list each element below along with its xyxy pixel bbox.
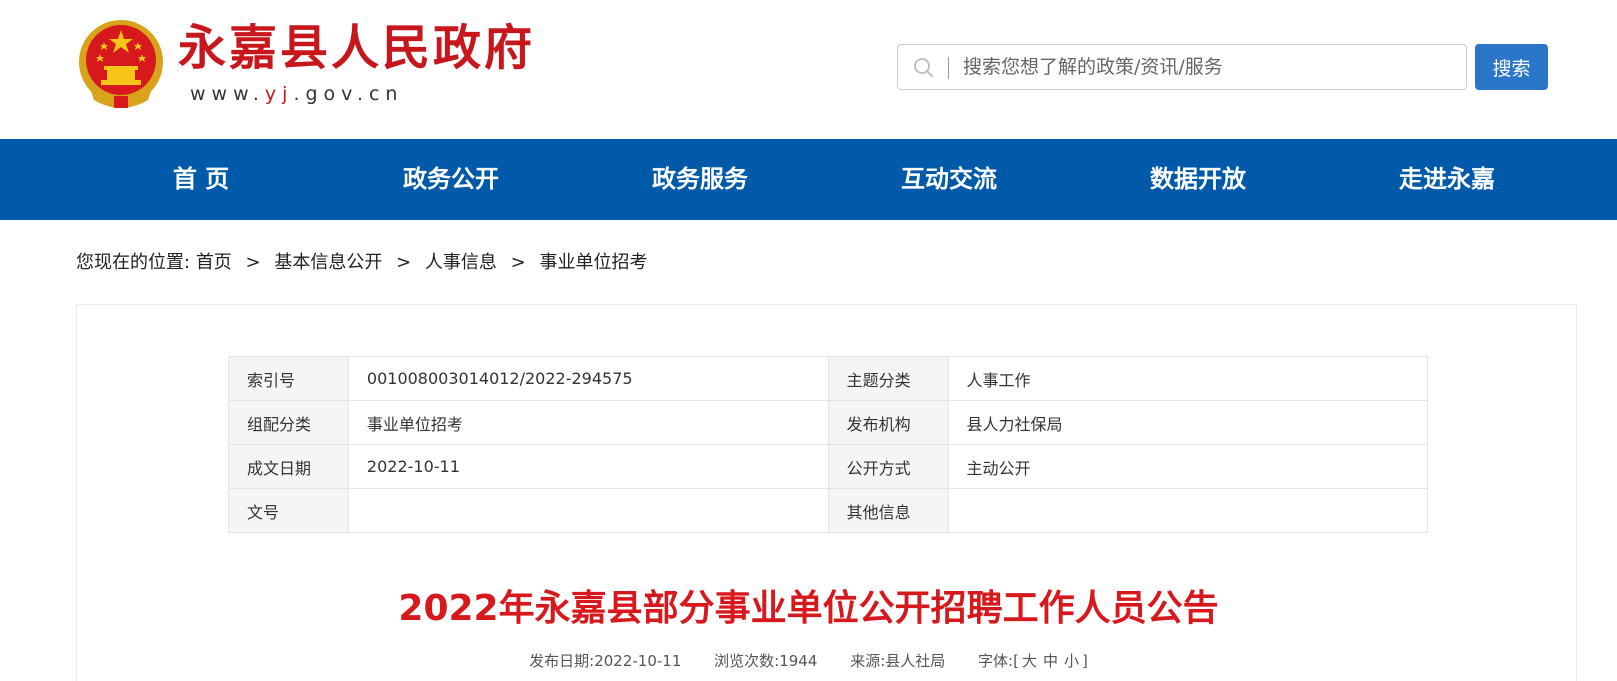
nav-item-about-yongjia[interactable]: 走进永嘉 [1347,139,1547,220]
info-label: 成文日期 [228,444,349,489]
info-value: 事业单位招考 [347,400,829,445]
font-size-control: 字体:[大中小] [978,652,1088,670]
source: 来源:县人社局 [850,652,945,670]
info-label: 公开方式 [827,444,949,489]
info-value: 人事工作 [947,356,1428,401]
document-info-table: 索引号 001008003014012/2022-294575 主题分类 人事工… [228,356,1428,533]
nav-item-government-affairs[interactable]: 政务公开 [351,139,551,220]
breadcrumb: 您现在的位置: 首页 > 基本信息公开 > 人事信息 > 事业单位招考 [76,250,648,276]
table-row: 索引号 001008003014012/2022-294575 主题分类 人事工… [228,356,1428,401]
nav-item-open-data[interactable]: 数据开放 [1098,139,1298,220]
info-label: 其他信息 [827,488,949,533]
site-url-highlight: yj [264,83,294,105]
national-emblem-icon[interactable] [76,18,166,111]
search-input[interactable] [963,45,1453,89]
nav-item-interaction[interactable]: 互动交流 [849,139,1049,220]
site-url[interactable]: www.yj.gov.cn [190,82,403,106]
search-icon [914,58,934,78]
breadcrumb-prefix: 您现在的位置: [76,252,191,273]
search-button[interactable]: 搜索 [1475,44,1548,90]
article-meta: 发布日期:2022-10-11 浏览次数:1944 来源:县人社局 字体:[大中… [0,650,1617,672]
font-size-label: 字体: [978,652,1014,670]
breadcrumb-item-recruitment[interactable]: 事业单位招考 [540,252,648,273]
site-title[interactable]: 永嘉县人民政府 [178,18,535,78]
article-title: 2022年永嘉县部分事业单位公开招聘工作人员公告 [398,588,1219,629]
info-label: 主题分类 [827,356,949,401]
info-value: 县人力社保局 [947,400,1428,445]
breadcrumb-separator: > [245,252,261,273]
info-value: 2022-10-11 [347,444,829,489]
site-url-suffix: .gov.cn [293,83,404,105]
view-count-value: 1944 [779,652,818,670]
info-value: 主动公开 [947,444,1428,489]
main-nav: 首 页 政务公开 政务服务 互动交流 数据开放 走进永嘉 [0,139,1617,220]
info-label: 文号 [228,488,349,533]
info-label: 发布机构 [827,400,949,445]
font-small-button[interactable]: 小 [1064,652,1079,670]
view-count-label: 浏览次数: [714,652,780,670]
breadcrumb-item-basic-info[interactable]: 基本信息公开 [274,252,382,273]
breadcrumb-item-home[interactable]: 首页 [196,252,232,273]
breadcrumb-separator: > [396,252,412,273]
source-label: 来源: [850,652,886,670]
publish-date-label: 发布日期: [529,652,595,670]
publish-date-value: 2022-10-11 [594,652,682,670]
nav-item-government-services[interactable]: 政务服务 [600,139,800,220]
breadcrumb-item-personnel-info[interactable]: 人事信息 [425,252,497,273]
source-value: 县人社局 [885,652,946,670]
font-bracket-open: [ [1013,652,1019,670]
breadcrumb-separator: > [510,252,526,273]
info-label: 索引号 [228,356,349,401]
info-value: 001008003014012/2022-294575 [347,356,829,401]
info-value [947,488,1428,533]
font-large-button[interactable]: 大 [1022,652,1037,670]
search-box [897,44,1467,90]
table-row: 文号 其他信息 [228,488,1428,533]
info-label: 组配分类 [228,400,349,445]
site-header: 永嘉县人民政府 www.yj.gov.cn 搜索 [0,0,1617,139]
view-count: 浏览次数:1944 [714,652,817,670]
table-row: 组配分类 事业单位招考 发布机构 县人力社保局 [228,400,1428,445]
nav-item-home[interactable]: 首 页 [101,139,301,220]
publish-date: 发布日期:2022-10-11 [529,652,681,670]
info-value [347,488,829,533]
table-row: 成文日期 2022-10-11 公开方式 主动公开 [228,444,1428,489]
font-medium-button[interactable]: 中 [1043,652,1058,670]
search-divider [948,57,949,79]
site-url-prefix: www. [190,83,265,105]
font-bracket-close: ] [1082,652,1088,670]
